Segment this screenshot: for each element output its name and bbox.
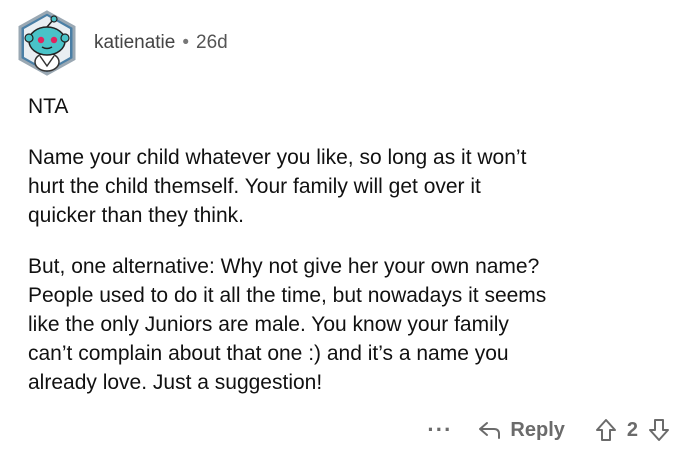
comment-paragraph: But, one alternative: Why not give her y… (28, 255, 547, 394)
comment-age: 26d (196, 32, 228, 53)
comment-actions: ··· Reply 2 (427, 413, 670, 447)
comment-body: NTA Name your child whatever you like, s… (28, 92, 688, 397)
upvote-button[interactable] (595, 418, 617, 442)
comment-card: katienatie • 26d NTA Name your child wha… (0, 0, 700, 454)
reply-label: Reply (510, 418, 565, 441)
downvote-button[interactable] (648, 418, 670, 442)
reply-arrow-icon (479, 422, 501, 439)
comment-header: katienatie • 26d (14, 10, 228, 76)
more-options-button[interactable]: ··· (427, 419, 452, 441)
reply-button[interactable]: Reply (478, 418, 565, 442)
snoo-avatar-icon (18, 10, 76, 76)
vote-count: 2 (626, 418, 638, 441)
username[interactable]: katienatie (94, 32, 175, 54)
comment-paragraph: NTA (28, 95, 69, 118)
upvote-arrow-icon (595, 419, 616, 441)
downvote-arrow-icon (649, 419, 669, 441)
vote-controls: 2 (595, 418, 670, 442)
comment-paragraph: Name your child whatever you like, so lo… (28, 146, 527, 227)
meta-separator: • (182, 32, 189, 53)
avatar[interactable] (14, 10, 80, 76)
